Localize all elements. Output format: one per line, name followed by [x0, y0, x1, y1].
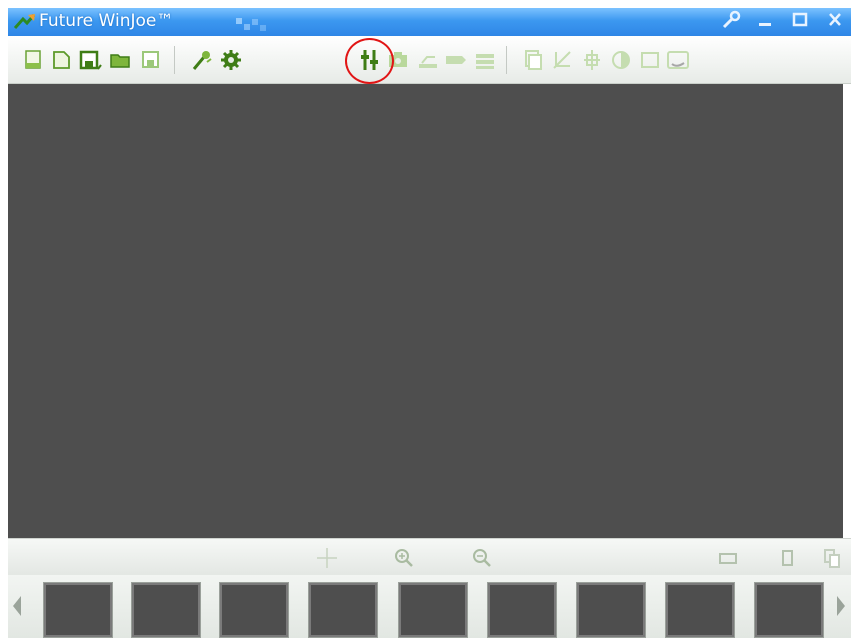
- view-controls: [8, 538, 851, 576]
- zoom-in-icon: [395, 549, 413, 567]
- gear-icon: [221, 50, 241, 70]
- toolbar-separator: [506, 46, 507, 74]
- resize-button[interactable]: [579, 45, 605, 75]
- title-decoration: [234, 16, 268, 32]
- frame-button[interactable]: [637, 45, 663, 75]
- save-as-button[interactable]: [78, 45, 104, 75]
- resize-icon: [584, 50, 600, 70]
- thumbnail-slot[interactable]: [398, 582, 468, 638]
- stack-icon: [476, 54, 494, 69]
- maximize-button[interactable]: [784, 8, 816, 32]
- open-document-button[interactable]: [49, 45, 75, 75]
- save-button[interactable]: [138, 45, 164, 75]
- thumbnail-slot[interactable]: [43, 582, 113, 638]
- crosshair-button[interactable]: [314, 545, 340, 571]
- fit-window-icon: [719, 553, 737, 564]
- new-document-icon: [25, 50, 41, 69]
- multi-page-icon: [824, 549, 840, 568]
- wand-button[interactable]: [189, 45, 215, 75]
- zoom-in-button[interactable]: [391, 545, 417, 571]
- copy-icon: [525, 50, 542, 70]
- close-button[interactable]: [819, 8, 851, 32]
- title-bar[interactable]: Future WinJoe™: [8, 8, 851, 36]
- open-document-icon: [53, 51, 70, 69]
- crop-icon: [553, 51, 571, 69]
- frame-icon: [641, 52, 659, 68]
- zoom-out-button[interactable]: [469, 545, 495, 571]
- preview-area[interactable]: [8, 84, 851, 538]
- undo-icon: [667, 51, 689, 69]
- copy-button[interactable]: [520, 45, 546, 75]
- thumbnail-slot[interactable]: [754, 582, 824, 638]
- tag-button[interactable]: [443, 45, 469, 75]
- open-folder-button[interactable]: [108, 45, 134, 75]
- settings-tool-button[interactable]: [714, 8, 746, 32]
- tag-icon: [446, 56, 466, 64]
- scroll-left-button[interactable]: [9, 593, 25, 619]
- toolbar: [8, 36, 851, 84]
- new-document-button[interactable]: [21, 45, 47, 75]
- single-page-button[interactable]: [774, 545, 800, 571]
- thumbnail-strip: [8, 575, 851, 638]
- save-as-icon: [79, 50, 102, 70]
- thumbnail-slot[interactable]: [576, 582, 646, 638]
- settings-button[interactable]: [218, 45, 244, 75]
- app-title: Future WinJoe™: [39, 11, 174, 31]
- contrast-icon: [612, 51, 630, 69]
- toolbar-separator: [174, 46, 175, 74]
- highlight-circle: [345, 38, 394, 84]
- multi-page-button[interactable]: [819, 545, 845, 571]
- window-edge: [843, 84, 851, 538]
- arrow-right-icon: [837, 596, 845, 616]
- save-icon: [142, 51, 159, 68]
- fit-window-button[interactable]: [715, 545, 741, 571]
- scan-button[interactable]: [415, 45, 441, 75]
- contrast-button[interactable]: [608, 45, 634, 75]
- arrow-left-icon: [13, 596, 21, 616]
- scroll-right-button[interactable]: [833, 593, 849, 619]
- scan-icon: [419, 56, 437, 68]
- wand-icon: [192, 51, 212, 70]
- thumbnail-slot[interactable]: [219, 582, 289, 638]
- app-logo-icon: [13, 13, 36, 33]
- zoom-out-icon: [473, 549, 491, 567]
- open-folder-icon: [110, 54, 130, 68]
- wrench-icon: [722, 10, 741, 29]
- thumbnail-slot[interactable]: [487, 582, 557, 638]
- thumbnail-slot[interactable]: [131, 582, 201, 638]
- minimize-icon: [759, 23, 771, 26]
- minimize-button[interactable]: [749, 8, 781, 32]
- crosshair-icon: [317, 548, 337, 568]
- close-icon: [829, 13, 841, 26]
- maximize-icon: [792, 12, 808, 27]
- undo-button[interactable]: [665, 45, 691, 75]
- thumbnail-slot[interactable]: [665, 582, 735, 638]
- single-page-icon: [782, 550, 793, 566]
- stack-button[interactable]: [472, 45, 498, 75]
- crop-button[interactable]: [549, 45, 575, 75]
- thumbnail-slot[interactable]: [308, 582, 378, 638]
